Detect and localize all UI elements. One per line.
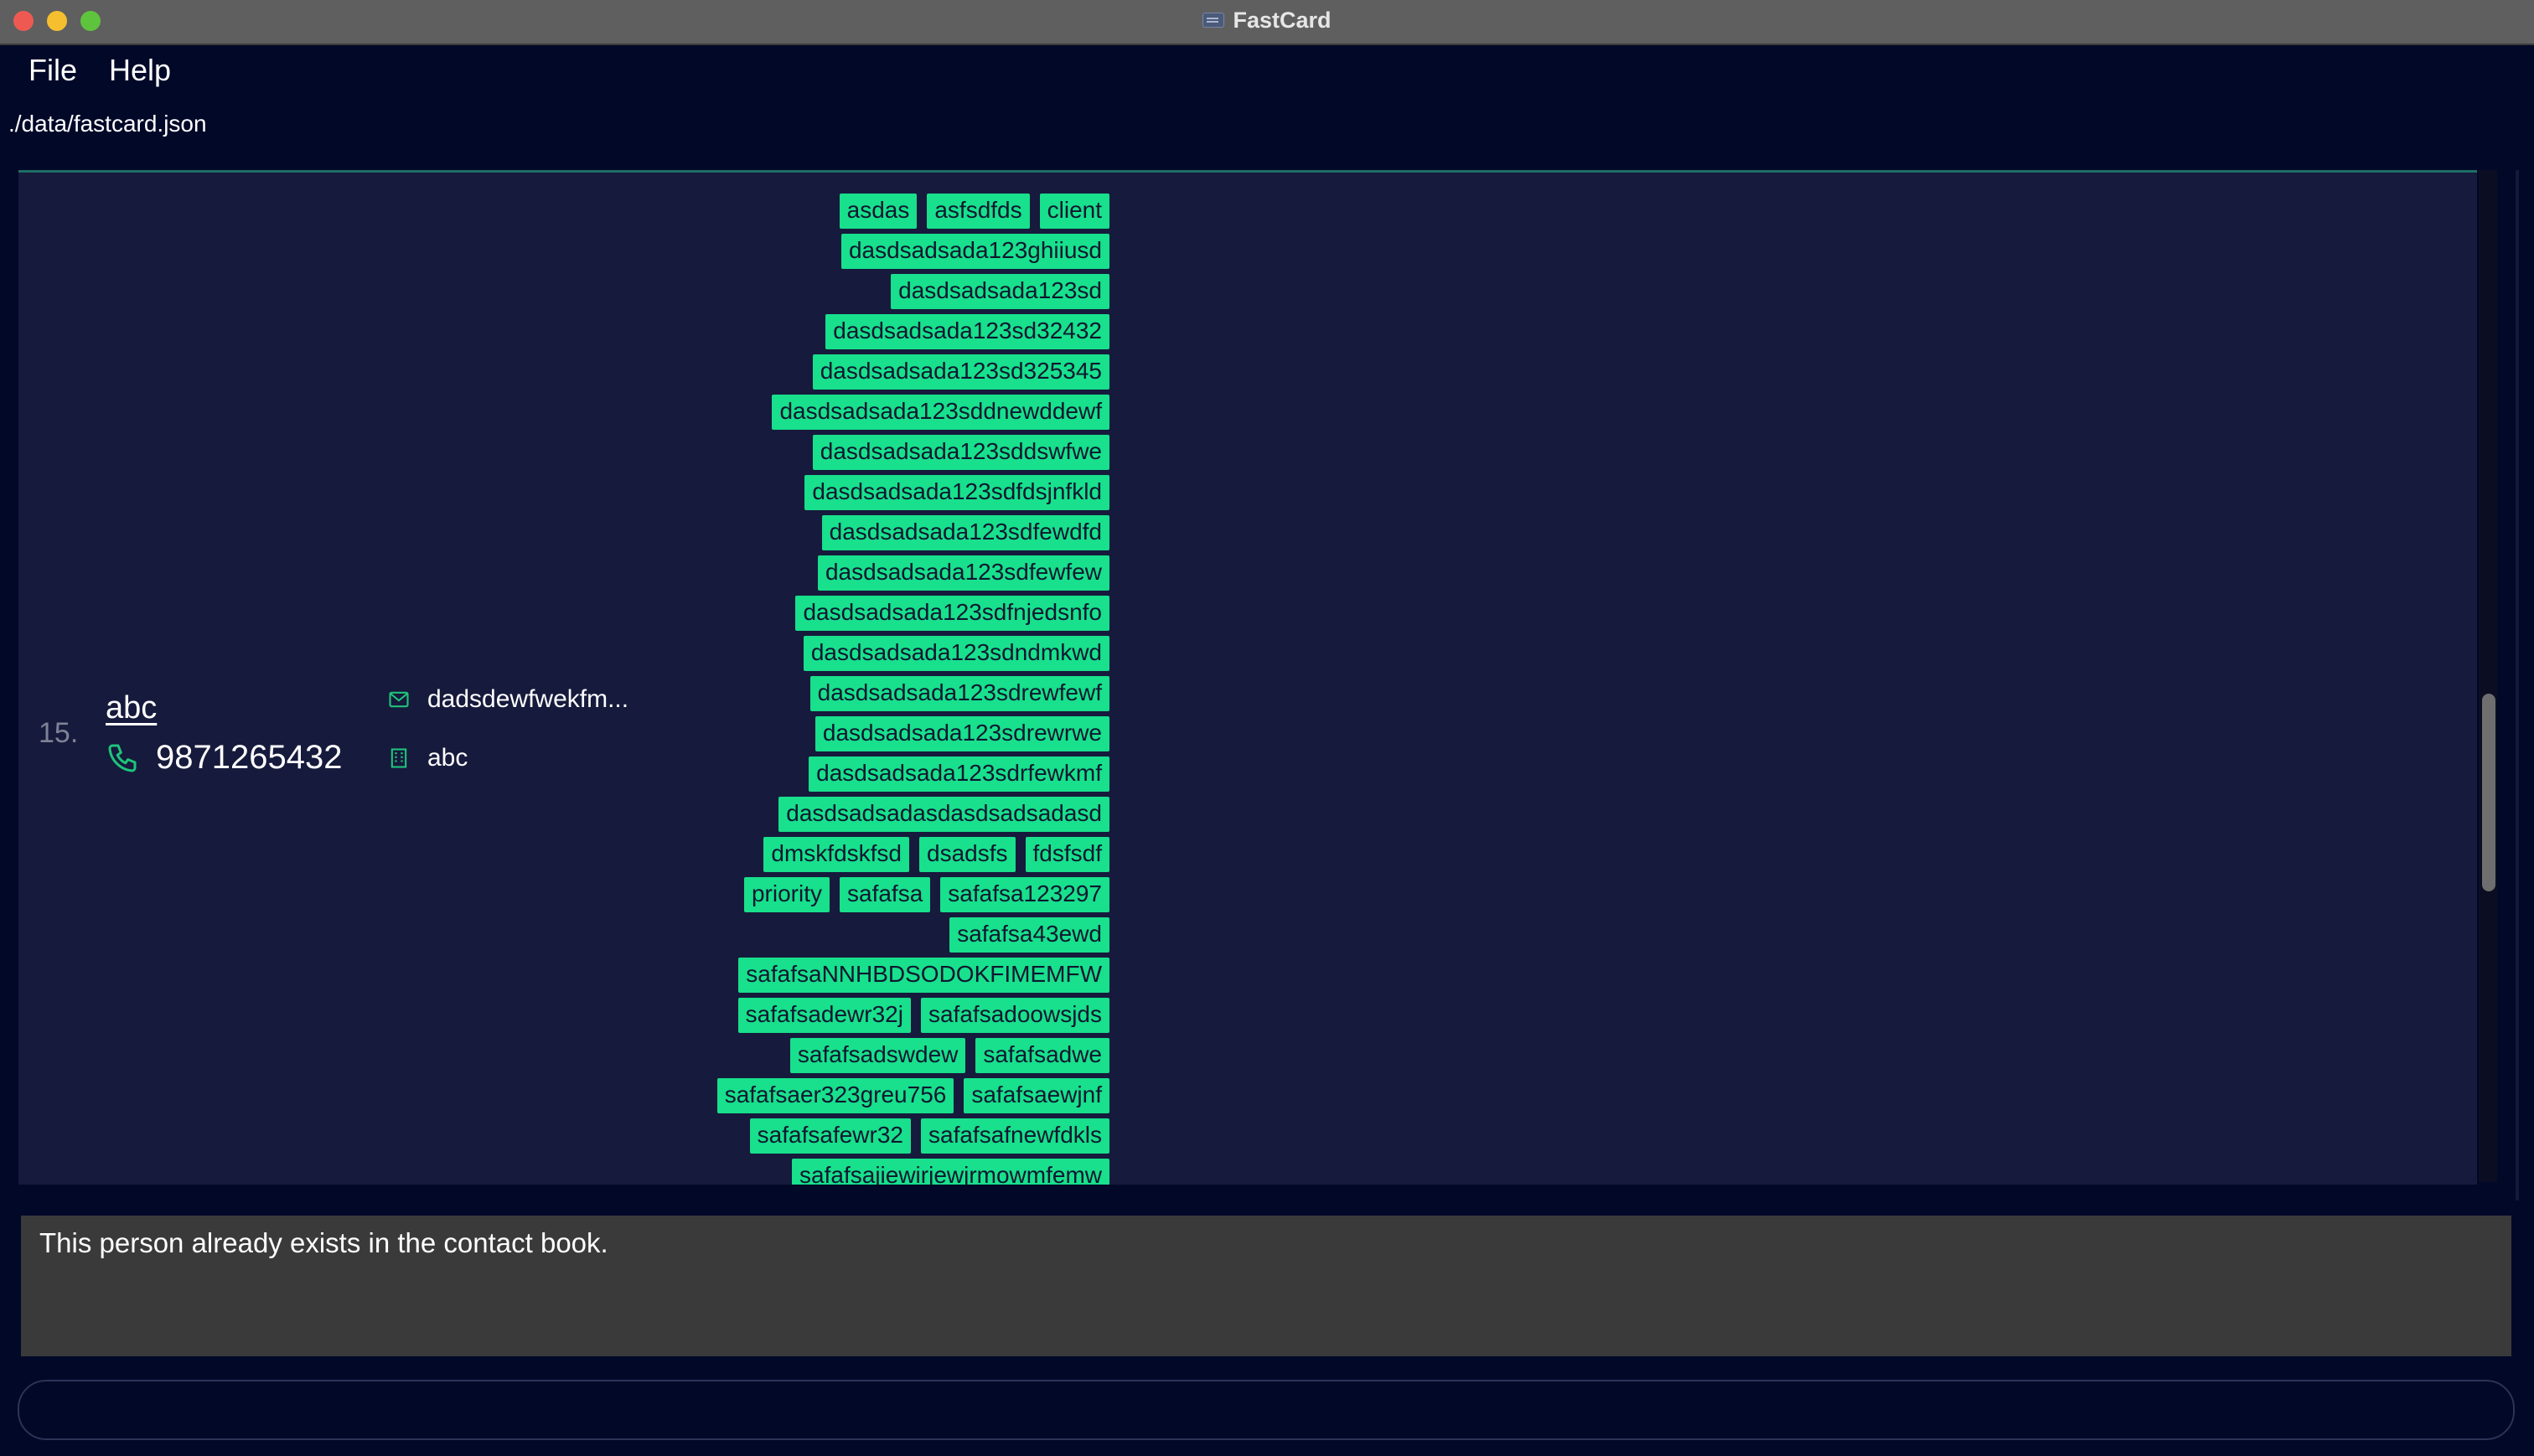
building-icon <box>390 748 407 768</box>
tag-row: safafsafewr32 safafsafnewfdkls <box>605 1116 1109 1156</box>
tag-label: dasdsadsada123sdndmkwd <box>803 636 1109 671</box>
tag-row: safafsajiewirjewjrmowmfemw <box>605 1156 1109 1185</box>
tag-label: safafsadwe <box>975 1038 1109 1073</box>
tag-row: dasdsadsada123sdfnjedsnfo <box>605 593 1109 633</box>
tag-label: client <box>1039 194 1109 229</box>
phone-number: 9871265432 <box>156 739 343 776</box>
tag-label: safafsa123297 <box>940 877 1109 912</box>
data-file-path: ./data/fastcard.json <box>8 111 207 137</box>
scrollbar-thumb[interactable] <box>2482 694 2495 891</box>
tag-label: safafsadoowsjds <box>920 998 1109 1033</box>
tag-row: safafsa43ewd <box>605 915 1109 955</box>
tag-row: safafsaer323greu756 safafsaewjnf <box>605 1076 1109 1116</box>
tag-row: dasdsadsada123sdfdsjnfkld <box>605 472 1109 513</box>
tag-row: asdas asfsdfds client <box>605 191 1109 231</box>
result-display: This person already exists in the contac… <box>21 1216 2511 1356</box>
mail-icon <box>389 691 409 708</box>
tag-label: dasdsadsadasdasdsadsadasd <box>778 797 1109 832</box>
tag-label: safafsadewr32j <box>737 998 911 1033</box>
tag-label: dasdsadsada123sddnewddewf <box>772 395 1109 430</box>
tag-row: safafsadewr32j safafsadoowsjds <box>605 995 1109 1035</box>
tag-row: dasdsadsada123sdrewfewf <box>605 674 1109 714</box>
tag-label: dsadsfs <box>919 837 1016 872</box>
tag-row: dasdsadsada123sddnewddewf <box>605 392 1109 432</box>
scrollbar-track[interactable] <box>2479 170 2497 1182</box>
contact-card-icon <box>1202 13 1225 28</box>
person-name: abc <box>106 690 158 725</box>
phone-icon <box>108 744 137 772</box>
tag-label: dasdsadsada123sd325345 <box>812 354 1109 390</box>
tag-label: safafsajiewirjewjrmowmfemw <box>792 1159 1109 1185</box>
tag-label: safafsaer323greu756 <box>716 1078 954 1113</box>
menu-help[interactable]: Help <box>109 53 171 88</box>
command-input[interactable] <box>19 1381 2513 1438</box>
window-title: FastCard <box>1233 7 1332 33</box>
tag-label: safafsa43ewd <box>949 917 1109 953</box>
tag-row: safafsadswdew safafsadwe <box>605 1035 1109 1076</box>
tag-row: dasdsadsadasdasdsadsadasd <box>605 794 1109 834</box>
command-box[interactable] <box>18 1380 2515 1440</box>
email-text: dadsdewfwekfm... <box>427 685 629 713</box>
result-message: This person already exists in the contac… <box>39 1227 608 1258</box>
tag-label: dasdsadsada123sddswfwe <box>812 435 1109 470</box>
tag-row: safafsaNNHBDSODOKFIMEMFW <box>605 955 1109 995</box>
company-row: abc <box>387 744 468 772</box>
tag-label: asdas <box>839 194 918 229</box>
company-text: abc <box>427 744 468 772</box>
tag-list: asdas asfsdfds client dasdsadsada123ghiiusd… <box>605 191 1109 1185</box>
menu-bar: File Help <box>0 45 176 96</box>
tag-row: dasdsadsada123sdrewrwe <box>605 714 1109 754</box>
tag-label: safafsa <box>840 877 931 912</box>
tag-label: dasdsadsada123sdfnjedsnfo <box>795 596 1109 631</box>
tag-label: dasdsadsada123sd <box>891 274 1109 309</box>
tag-label: dasdsadsada123sdrewrwe <box>814 716 1109 751</box>
tag-label: dasdsadsada123sdrewfewf <box>809 676 1109 711</box>
tag-label: fdsfsdf <box>1025 837 1109 872</box>
tag-row: dmskfdskfsd dsadsfs fdsfsdf <box>605 834 1109 875</box>
tag-label: dasdsadsada123sdfewfew <box>817 555 1109 591</box>
tag-row: priority safafsa safafsa123297 <box>605 875 1109 915</box>
tag-row: dasdsadsada123sd <box>605 271 1109 312</box>
tag-label: dasdsadsada123sd32432 <box>825 314 1109 349</box>
tag-label: safafsadswdew <box>789 1038 966 1073</box>
tag-label: safafsafewr32 <box>749 1118 911 1154</box>
tag-label: dasdsadsada123sdrfewkmf <box>809 756 1109 792</box>
window-edge <box>2516 170 2519 1200</box>
person-list[interactable]: 15. abc 9871265432 dadsdewfwekfm... abc … <box>18 170 2477 1185</box>
tag-label: dasdsadsada123ghiiusd <box>840 234 1109 269</box>
tag-label: dasdsadsada123sdfdsjnfkld <box>804 475 1109 510</box>
tag-row: dasdsadsada123ghiiusd <box>605 231 1109 271</box>
tag-row: dasdsadsada123sdrfewkmf <box>605 754 1109 794</box>
tag-label: dasdsadsada123sdfewdfd <box>821 515 1109 550</box>
tag-row: dasdsadsada123sdfewdfd <box>605 513 1109 553</box>
tag-label: safafsafnewfdkls <box>921 1118 1109 1154</box>
card-index: 15. <box>39 717 79 749</box>
tag-row: dasdsadsada123sdfewfew <box>605 553 1109 593</box>
tag-label: safafsaNNHBDSODOKFIMEMFW <box>738 958 1109 993</box>
tag-label: safafsaewjnf <box>964 1078 1109 1113</box>
tag-row: dasdsadsada123sdndmkwd <box>605 633 1109 674</box>
title-bar: FastCard <box>0 0 2534 45</box>
tag-label: asfsdfds <box>927 194 1030 229</box>
tag-row: dasdsadsada123sd32432 <box>605 312 1109 352</box>
phone-row: 9871265432 <box>106 739 342 777</box>
email-row: dadsdewfwekfm... <box>387 685 628 714</box>
tag-row: dasdsadsada123sddswfwe <box>605 432 1109 472</box>
menu-file[interactable]: File <box>28 53 77 88</box>
tag-label: dmskfdskfsd <box>763 837 910 872</box>
tag-label: priority <box>743 877 830 912</box>
tag-row: dasdsadsada123sd325345 <box>605 352 1109 392</box>
